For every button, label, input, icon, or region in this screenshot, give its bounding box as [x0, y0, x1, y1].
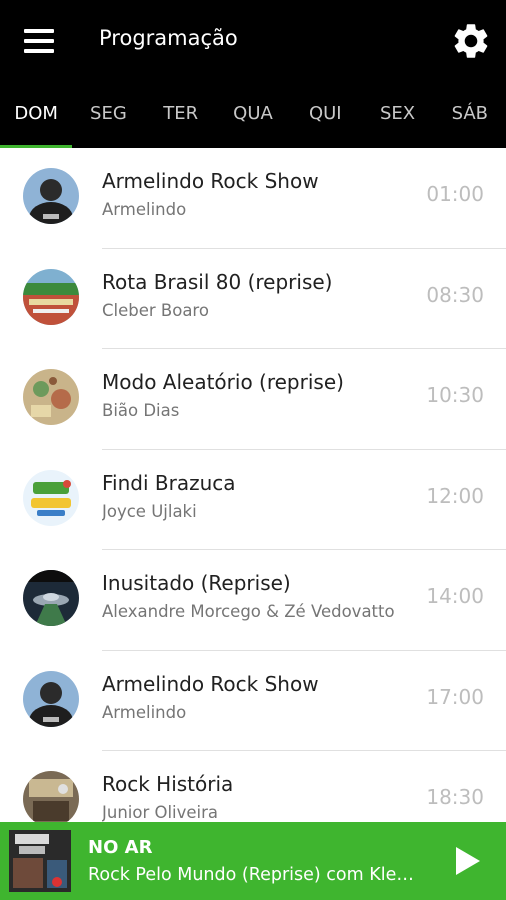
show-avatar: [23, 570, 79, 626]
tab-sex[interactable]: SEX: [361, 84, 433, 148]
list-item[interactable]: Rota Brasil 80 (reprise) Cleber Boaro 08…: [0, 249, 506, 349]
show-avatar: [23, 369, 79, 425]
show-time: 17:00: [426, 684, 484, 709]
now-playing-bar[interactable]: NO AR Rock Pelo Mundo (Reprise) com Kleb…: [0, 822, 506, 900]
show-avatar: [23, 469, 79, 526]
show-avatar: [23, 771, 79, 822]
show-time: 18:30: [426, 785, 484, 809]
play-icon[interactable]: [452, 845, 482, 877]
now-playing-title: Rock Pelo Mundo (Reprise) com Kleber Cun…: [88, 865, 424, 885]
show-avatar: [23, 670, 79, 727]
list-item[interactable]: Inusitado (Reprise) Alexandre Morcego & …: [0, 550, 506, 651]
show-host: Junior Oliveira: [102, 803, 219, 822]
list-item[interactable]: Rock História Junior Oliveira 18:30: [0, 751, 506, 822]
show-title: Armelindo Rock Show: [102, 671, 319, 696]
show-time: 12:00: [426, 483, 484, 508]
app-bar: Programação DOM SEG TER QUA QUI SEX SÁB: [0, 0, 506, 148]
list-item[interactable]: Armelindo Rock Show Armelindo 17:00: [0, 651, 506, 751]
show-title: Armelindo Rock Show: [102, 169, 319, 193]
list-item[interactable]: Modo Aleatório (reprise) Bião Dias 10:30: [0, 349, 506, 450]
day-tabs: DOM SEG TER QUA QUI SEX SÁB: [0, 84, 506, 148]
page-title: Programação: [99, 26, 238, 50]
show-time: 14:00: [426, 584, 484, 608]
show-title: Findi Brazuca: [102, 470, 236, 495]
show-avatar: [23, 168, 79, 224]
show-host: Armelindo: [102, 702, 187, 722]
show-time: 01:00: [426, 182, 484, 206]
show-time: 10:30: [426, 383, 484, 407]
show-avatar: [23, 268, 79, 325]
tab-sab[interactable]: SÁB: [434, 84, 506, 148]
show-time: 08:30: [426, 282, 484, 307]
schedule-list: Armelindo Rock Show Armelindo 01:00 Rota…: [0, 148, 506, 822]
menu-icon[interactable]: [22, 27, 56, 55]
show-host: Bião Dias: [102, 401, 180, 420]
on-air-label: NO AR: [88, 837, 153, 858]
show-title: Modo Aleatório (reprise): [102, 370, 344, 394]
now-playing-cover: [9, 830, 71, 892]
show-host: Alexandre Morcego & Zé Vedovatto: [102, 602, 395, 621]
toolbar: Programação: [0, 0, 506, 84]
show-host: Armelindo: [102, 200, 187, 219]
tab-seg[interactable]: SEG: [72, 84, 144, 148]
show-title: Inusitado (Reprise): [102, 571, 291, 595]
tab-qui[interactable]: QUI: [289, 84, 361, 148]
list-item[interactable]: Findi Brazuca Joyce Ujlaki 12:00: [0, 450, 506, 550]
gear-icon[interactable]: [450, 20, 492, 62]
list-item[interactable]: Armelindo Rock Show Armelindo 01:00: [0, 148, 506, 249]
show-host: Cleber Boaro: [102, 300, 209, 320]
show-title: Rota Brasil 80 (reprise): [102, 269, 333, 294]
tab-dom[interactable]: DOM: [0, 84, 73, 148]
tab-qua[interactable]: QUA: [217, 84, 289, 148]
show-host: Joyce Ujlaki: [102, 501, 197, 521]
show-title: Rock História: [102, 772, 234, 796]
tab-ter[interactable]: TER: [145, 84, 217, 148]
